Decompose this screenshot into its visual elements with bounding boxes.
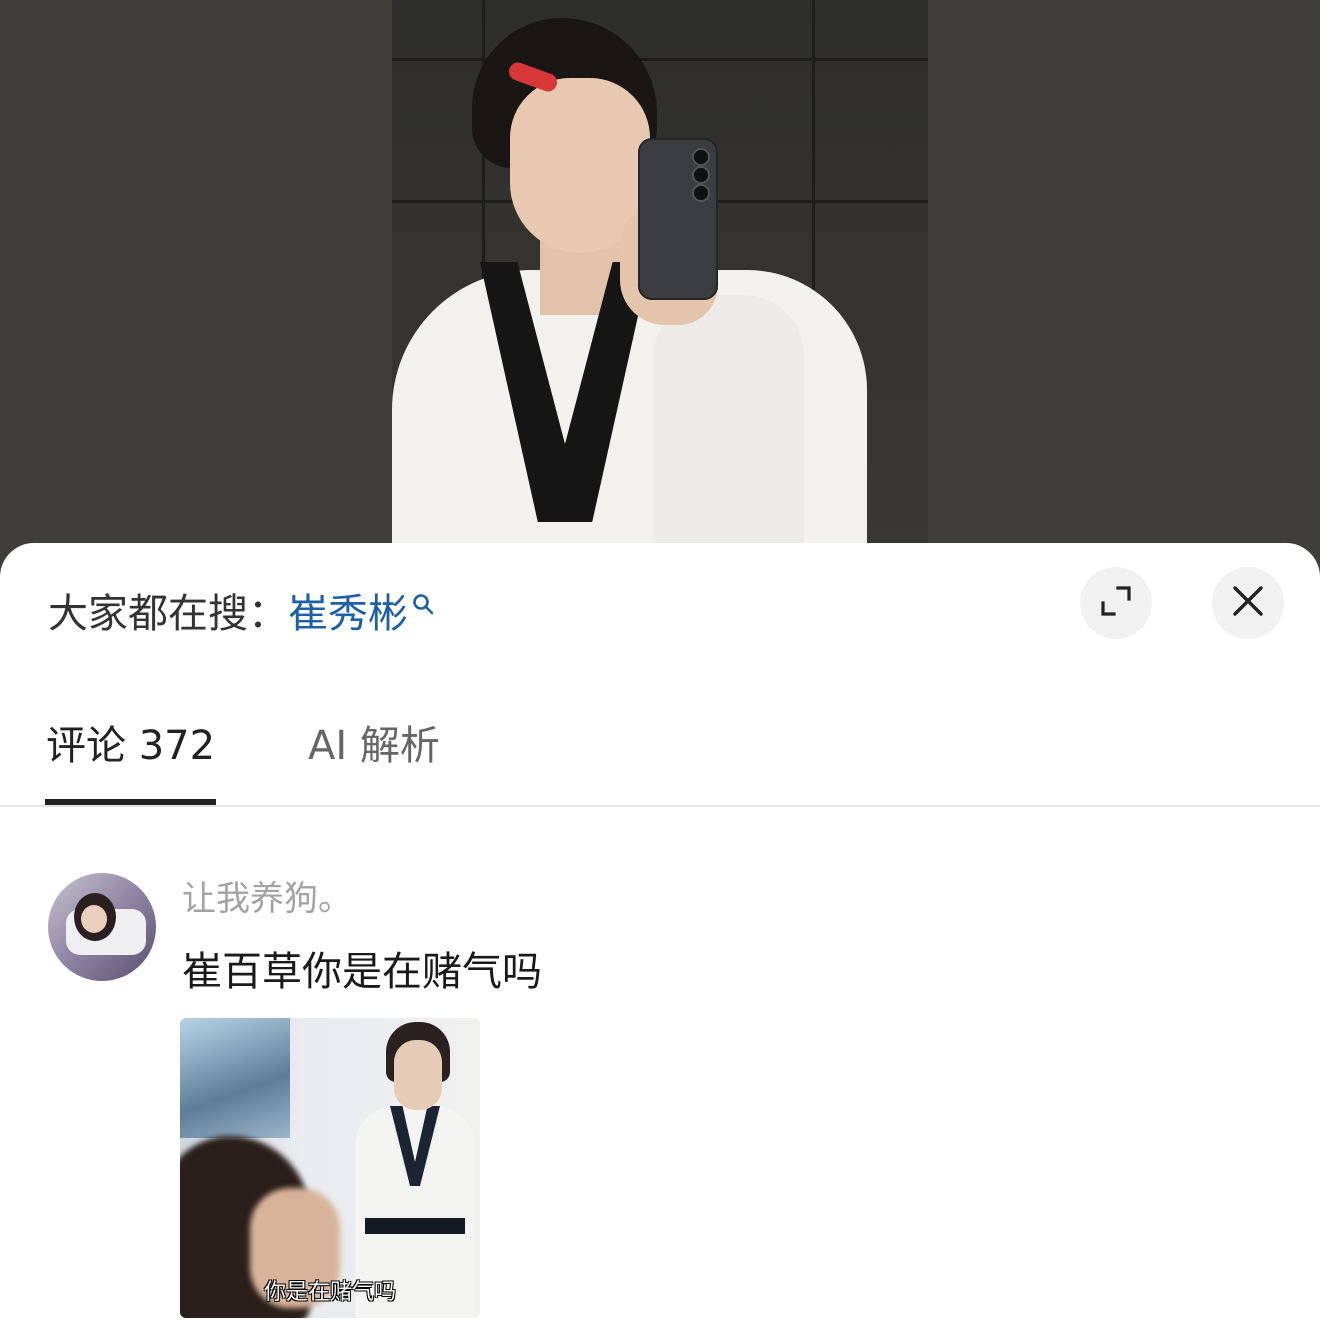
comment-image-belt bbox=[365, 1218, 465, 1234]
post-backdrop bbox=[0, 0, 1320, 560]
comment-username[interactable]: 让我养狗。 bbox=[182, 879, 352, 919]
avatar[interactable] bbox=[48, 873, 156, 981]
trending-search-prefix: 大家都在搜： bbox=[48, 591, 288, 637]
photo-arm bbox=[654, 295, 804, 560]
trending-search-term[interactable]: 崔秀彬 bbox=[288, 589, 408, 639]
close-icon bbox=[1232, 585, 1264, 621]
wall-seam bbox=[392, 58, 928, 61]
sheet-tabs: 评论 372 AI 解析 bbox=[0, 709, 1320, 807]
comment-image-window bbox=[180, 1018, 290, 1138]
comment-text: 崔百草你是在赌气吗 bbox=[182, 949, 542, 995]
comments-sheet: 大家都在搜： 崔秀彬 评论 372 AI 解析 让我养狗。 崔百草你是在赌气吗 … bbox=[0, 543, 1320, 1320]
expand-button[interactable] bbox=[1080, 567, 1152, 639]
avatar-face bbox=[81, 905, 107, 933]
trending-search[interactable]: 大家都在搜： 崔秀彬 bbox=[48, 589, 434, 639]
photo-lens bbox=[692, 148, 710, 166]
tab-comments[interactable]: 评论 372 bbox=[46, 721, 215, 771]
tab-ai-analysis[interactable]: AI 解析 bbox=[308, 721, 440, 771]
comment-image[interactable]: 你是在赌气吗 bbox=[180, 1018, 480, 1318]
post-photo[interactable] bbox=[392, 0, 928, 560]
expand-icon bbox=[1099, 584, 1133, 622]
comment-image-caption: 你是在赌气吗 bbox=[263, 1280, 396, 1305]
search-icon[interactable] bbox=[412, 577, 434, 627]
close-button[interactable] bbox=[1212, 567, 1284, 639]
active-tab-indicator bbox=[45, 799, 216, 805]
photo-lens bbox=[692, 184, 710, 202]
comment-image-face bbox=[394, 1040, 442, 1110]
photo-lens bbox=[692, 166, 710, 184]
